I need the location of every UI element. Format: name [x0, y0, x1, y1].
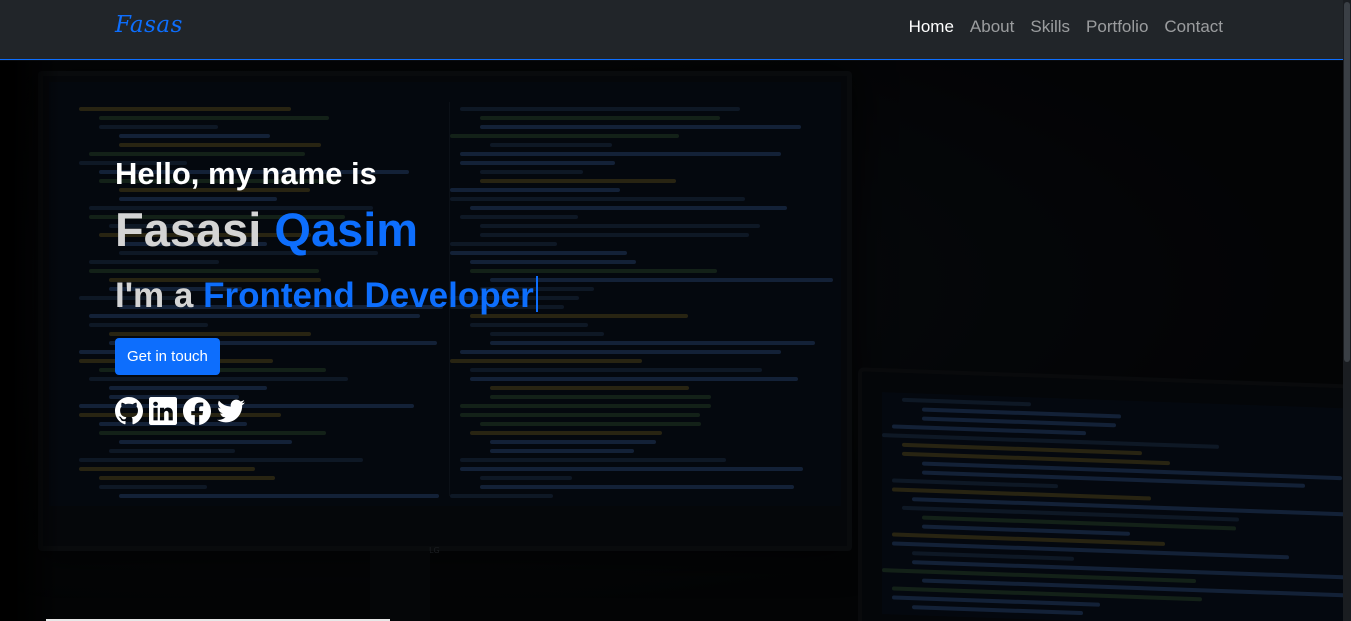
- scrollbar[interactable]: [1343, 0, 1351, 621]
- twitter-icon[interactable]: [217, 397, 245, 425]
- hero-greeting: Hello, my name is: [115, 156, 377, 191]
- nav-link-portfolio[interactable]: Portfolio: [1086, 17, 1148, 37]
- typing-cursor: [535, 275, 538, 312]
- hero-role-prefix: I'm a: [115, 275, 194, 315]
- github-icon[interactable]: [115, 396, 143, 425]
- nav-link-contact[interactable]: Contact: [1164, 17, 1223, 37]
- get-in-touch-button[interactable]: Get in touch: [115, 337, 220, 375]
- nav-link-about[interactable]: About: [970, 17, 1014, 37]
- hero-last-name: Qasim: [274, 203, 419, 256]
- hero-role: Frontend Developer: [203, 275, 534, 315]
- hero-content: Hello, my name is Fasasi Qasim I'm a Fro…: [115, 156, 538, 425]
- brand-logo[interactable]: Fasas: [115, 12, 183, 38]
- linkedin-icon[interactable]: [149, 396, 177, 425]
- nav-link-skills[interactable]: Skills: [1030, 17, 1070, 37]
- facebook-icon[interactable]: [183, 396, 211, 425]
- hero-first-name: Fasasi: [115, 203, 262, 256]
- hero-role-line: I'm a Frontend Developer: [115, 275, 538, 316]
- hero-edge-fade: [0, 61, 60, 621]
- nav-link-home[interactable]: Home: [909, 17, 954, 37]
- scrollbar-thumb[interactable]: [1344, 2, 1350, 362]
- nav-links: Home About Skills Portfolio Contact: [909, 17, 1223, 37]
- hero-section: LG Hello, my name is Fasasi Qasim I'm a …: [0, 61, 1343, 621]
- social-links: [115, 396, 538, 425]
- navbar: Fasas Home About Skills Portfolio Contac…: [0, 0, 1351, 60]
- hero-name: Fasasi Qasim: [115, 204, 538, 256]
